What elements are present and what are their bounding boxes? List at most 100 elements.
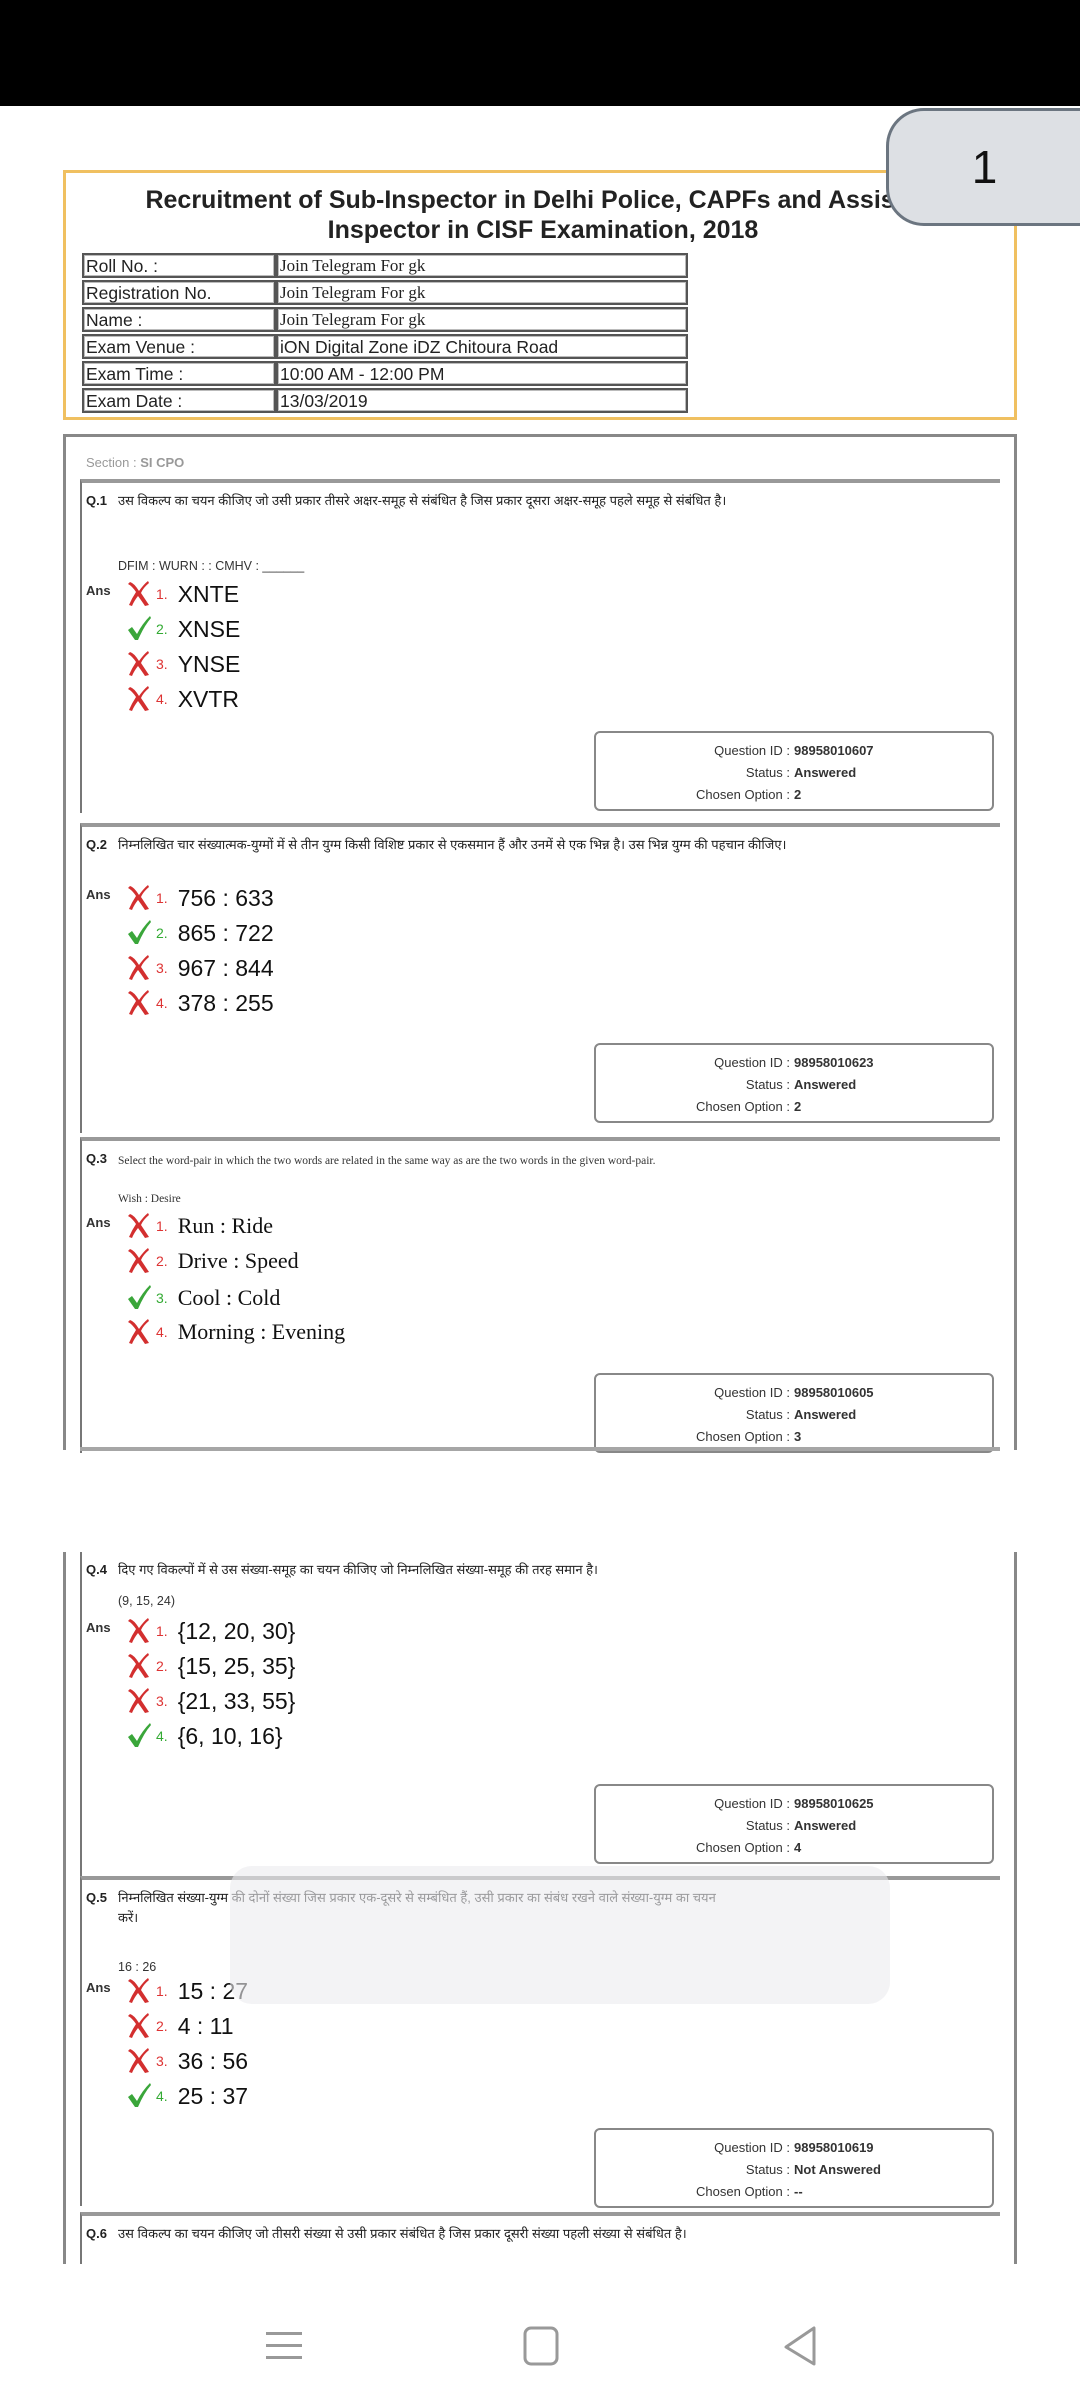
- meta-status: Status : Answered: [596, 1077, 996, 1092]
- question-number: Q.1: [86, 493, 107, 508]
- question-number: Q.3: [86, 1151, 107, 1166]
- question-text: उस विकल्प का चयन कीजिए जो तीसरी संख्या स…: [118, 2226, 687, 2241]
- meta-value: --: [794, 2184, 803, 2199]
- info-value: Join Telegram For gk: [276, 307, 688, 332]
- option-number: 4.: [156, 995, 168, 1011]
- info-label: Exam Time :: [82, 361, 276, 386]
- wrong-cross-icon: [126, 1651, 154, 1681]
- ans-label: Ans: [86, 1215, 111, 1230]
- meta-key: Question ID :: [714, 1055, 790, 1070]
- meta-question-id: Question ID : 98958010607: [596, 743, 996, 758]
- option-number: 3.: [156, 656, 168, 672]
- option-text: {6, 10, 16}: [177, 1722, 283, 1749]
- option-text: 865 : 722: [177, 919, 274, 946]
- meta-key: Question ID :: [714, 1385, 790, 1400]
- option-number: 1.: [156, 1623, 168, 1639]
- option-number: 3.: [156, 2053, 168, 2069]
- option-number: 1.: [156, 1983, 168, 1999]
- meta-value: Answered: [794, 765, 857, 780]
- info-row-venue: Exam Venue : iON Digital Zone iDZ Chitou…: [82, 334, 688, 359]
- system-nav-bar: [0, 2290, 1080, 2400]
- recents-icon: [266, 2332, 302, 2359]
- option-number: 2.: [156, 2018, 168, 2034]
- question-number: Q.2: [86, 837, 107, 852]
- wrong-cross-icon: [126, 579, 154, 609]
- info-label: Name :: [82, 307, 276, 332]
- info-value: Join Telegram For gk: [276, 280, 688, 305]
- option-number: 3.: [156, 1693, 168, 1709]
- meta-key: Question ID :: [714, 2140, 790, 2155]
- option-4: 4. XVTR: [126, 682, 239, 716]
- option-2: 2. XNSE: [126, 612, 240, 646]
- wrong-cross-icon: [126, 649, 154, 679]
- page-number: 1: [971, 141, 998, 193]
- correct-check-icon: [126, 2081, 154, 2111]
- correct-check-icon: [126, 1721, 154, 1751]
- option-number: 4.: [156, 691, 168, 707]
- option-text: Drive : Speed: [177, 1248, 299, 1273]
- option-number: 4.: [156, 1324, 168, 1340]
- option-3: 3. 36 : 56: [126, 2044, 248, 2078]
- meta-status: Status : Answered: [596, 1407, 996, 1422]
- option-text: 36 : 56: [177, 2047, 249, 2074]
- meta-key: Status :: [745, 1407, 790, 1422]
- wrong-cross-icon: [126, 1246, 154, 1276]
- home-button[interactable]: [516, 2320, 566, 2370]
- question-meta-box: Question ID : 98958010619 Status : Not Ans…: [594, 2128, 994, 2208]
- option-text: {12, 20, 30}: [177, 1617, 296, 1644]
- meta-value: 98958010605: [794, 1385, 874, 1400]
- question-meta-box: Question ID : 98958010607 Status : Answere…: [594, 731, 994, 811]
- option-1: 1. 756 : 633: [126, 881, 274, 915]
- meta-question-id: Question ID : 98958010605: [596, 1385, 996, 1400]
- meta-key: Question ID :: [714, 1796, 790, 1811]
- exam-title-line1: Recruitment of Sub-Inspector in Delhi Po…: [145, 186, 941, 214]
- option-4: 4. 378 : 255: [126, 986, 274, 1020]
- meta-chosen-option: Chosen Option : 4: [596, 1840, 996, 1855]
- option-number: 2.: [156, 621, 168, 637]
- question-block-1: Q.1 उस विकल्प का चयन कीजिए जो उसी प्रकार…: [80, 479, 1000, 813]
- wrong-cross-icon: [126, 1211, 154, 1241]
- meta-key: Question ID :: [714, 743, 790, 758]
- correct-check-icon: [126, 1283, 154, 1313]
- option-4: 4. Morning : Evening: [126, 1315, 345, 1349]
- section-label-text: Section :: [86, 455, 141, 470]
- meta-value: 98958010619: [794, 2140, 874, 2155]
- question-number: Q.4: [86, 1562, 107, 1577]
- meta-value: Answered: [794, 1407, 857, 1422]
- option-number: 3.: [156, 960, 168, 976]
- question-text: Select the word-pair in which the two wo…: [118, 1155, 656, 1167]
- ans-label: Ans: [86, 887, 111, 902]
- ans-label: Ans: [86, 1980, 111, 1995]
- option-3: 3. Cool : Cold: [126, 1281, 280, 1315]
- option-text: 378 : 255: [177, 989, 274, 1016]
- wrong-cross-icon: [126, 1317, 154, 1347]
- question-block-4: Q.4 दिए गए विकल्पों में से उस संख्या-समू…: [80, 1552, 1000, 1876]
- option-text: 967 : 844: [177, 954, 274, 981]
- option-number: 1.: [156, 586, 168, 602]
- option-text: Cool : Cold: [177, 1285, 281, 1310]
- meta-key: Chosen Option :: [696, 2184, 790, 2199]
- recents-button[interactable]: [258, 2320, 308, 2370]
- meta-value: Answered: [794, 1818, 857, 1833]
- back-button[interactable]: [776, 2320, 826, 2370]
- info-label: Roll No. :: [82, 253, 276, 278]
- option-2: 2. Drive : Speed: [126, 1244, 299, 1278]
- option-number: 2.: [156, 1253, 168, 1269]
- meta-value: 2: [794, 787, 802, 802]
- option-4: 4. {6, 10, 16}: [126, 1719, 283, 1753]
- toast-overlay: [230, 1866, 890, 2004]
- question-number: Q.5: [86, 1890, 107, 1905]
- meta-value: 98958010625: [794, 1796, 874, 1811]
- question-text: दिए गए विकल्पों में से उस संख्या-समूह का…: [118, 1562, 598, 1577]
- option-text: XNTE: [177, 580, 240, 607]
- option-3: 3. {21, 33, 55}: [126, 1684, 295, 1718]
- info-value: 10:00 AM - 12:00 PM: [276, 361, 688, 386]
- meta-chosen-option: Chosen Option : 2: [596, 1099, 996, 1114]
- exam-title: Recruitment of Sub-Inspector in Delhi Po…: [66, 185, 1020, 245]
- meta-key: Status :: [745, 1818, 790, 1833]
- option-1: 1. {12, 20, 30}: [126, 1614, 295, 1648]
- exam-header-card: Recruitment of Sub-Inspector in Delhi Po…: [63, 170, 1017, 420]
- option-text: Run : Ride: [177, 1213, 274, 1238]
- option-number: 1.: [156, 1218, 168, 1234]
- option-text: 4 : 11: [177, 2012, 234, 2039]
